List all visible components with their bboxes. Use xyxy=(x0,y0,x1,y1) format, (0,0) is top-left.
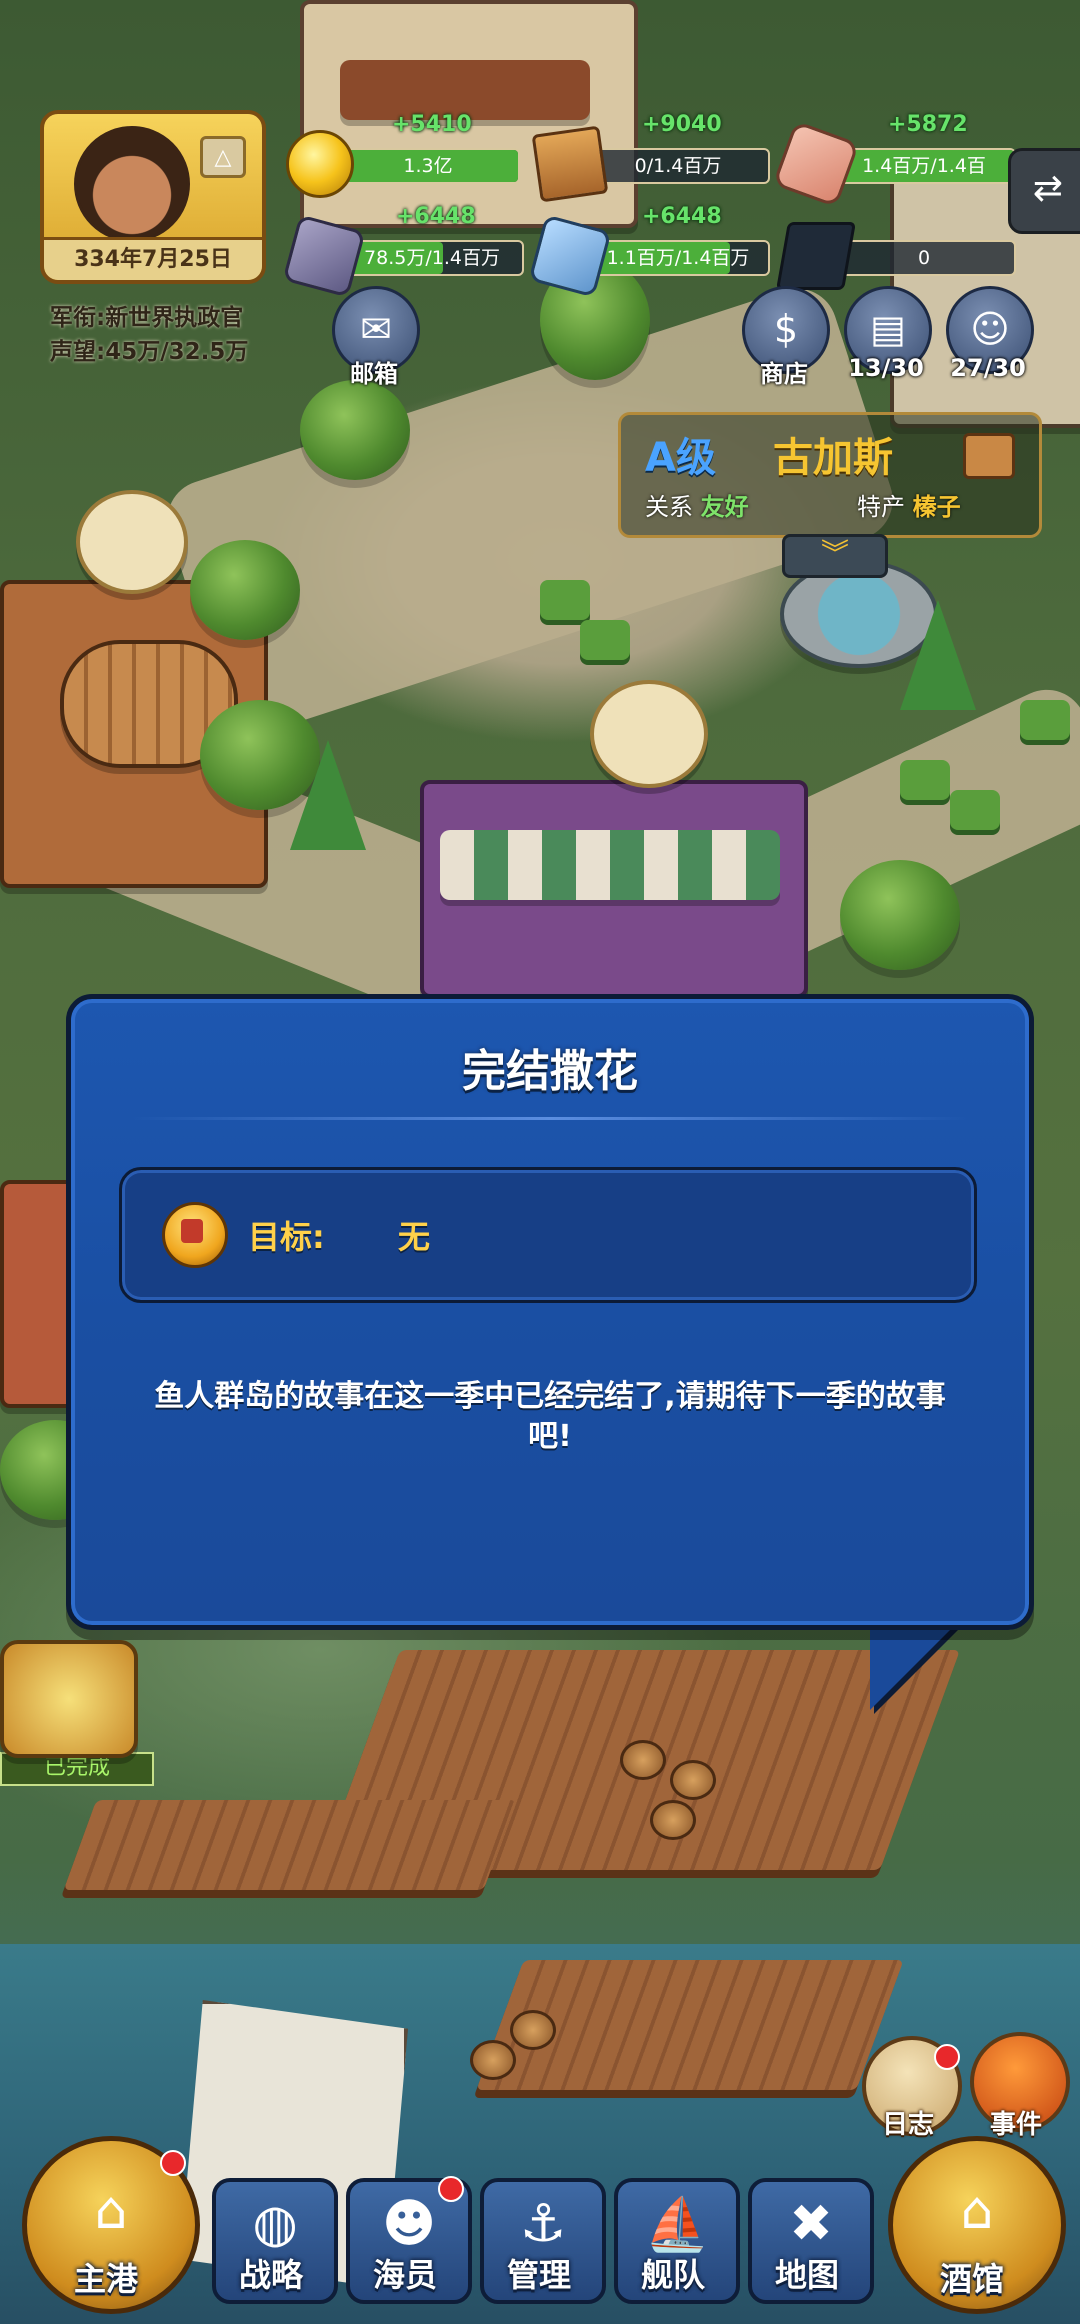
divider xyxy=(131,1117,969,1120)
tree xyxy=(300,380,410,480)
swap-arrows-icon[interactable]: ⇄ xyxy=(1008,148,1080,234)
nav-manage-label: 管理 xyxy=(506,2256,571,2294)
chevron-down-icon[interactable]: ︾ xyxy=(782,534,888,578)
dialog-message: 鱼人群岛的故事在这一季中已经完结了,请期待下一季的故事吧! xyxy=(154,1379,946,1454)
barrel xyxy=(620,1740,666,1780)
nav-strategy-label: 战略 xyxy=(238,2256,303,2294)
nav-crew-label: 海员 xyxy=(372,2256,437,2294)
region-info-card[interactable]: A级 古加斯 关系 友好 特产 榛子 xyxy=(618,412,1042,538)
pine-tree xyxy=(290,740,366,850)
goal-label: 目标: xyxy=(248,1218,325,1256)
tree xyxy=(840,860,960,970)
envelope-icon: ✉ xyxy=(360,307,392,351)
region-product: 特产 榛子 xyxy=(857,493,961,521)
map-icon: ✖ xyxy=(789,2194,833,2254)
wood-icon xyxy=(531,125,609,203)
nav-tavern-label: 酒馆 xyxy=(939,2260,1004,2298)
sailor-icon: ☻ xyxy=(381,2194,437,2254)
resource-bar: 1.1百万/1.4百万 xyxy=(586,240,770,276)
resource-gain: +5872 xyxy=(888,112,968,137)
player-fame: 声望:45万/32.5万 xyxy=(50,339,249,365)
barrel xyxy=(670,1760,716,1800)
hedge xyxy=(900,760,950,800)
dialog-title: 完结撒花 xyxy=(462,1046,638,1097)
resource-gain: +6448 xyxy=(396,204,476,229)
region-grade: A级 xyxy=(645,435,716,481)
money-bag-icon: $ xyxy=(773,307,799,351)
hedge xyxy=(950,790,1000,830)
avatar[interactable] xyxy=(74,126,190,242)
barrel xyxy=(650,1800,696,1840)
story-complete-dialog[interactable]: 完结撒花 目标: 无 鱼人群岛的故事在这一季中已经完结了,请期待下一季的故事吧! xyxy=(66,994,1034,1630)
goal-value: 无 xyxy=(398,1218,431,1256)
anchor-icon: ⚓ xyxy=(519,2194,567,2254)
shop-bubble-icon[interactable] xyxy=(76,490,188,594)
game-date: 334年7月25日 xyxy=(44,237,262,280)
hedge xyxy=(580,620,630,660)
notification-dot xyxy=(438,2176,464,2202)
resource-bar: 0 xyxy=(832,240,1016,276)
pine-tree xyxy=(900,600,976,710)
crew-count: 27/30 xyxy=(950,354,1026,382)
notification-dot xyxy=(934,2044,960,2070)
dock xyxy=(63,1800,517,1890)
medal-icon xyxy=(162,1202,228,1268)
resource-bar: 0/1.4百万 xyxy=(586,148,770,184)
rank-triangle-icon[interactable]: △ xyxy=(200,136,246,178)
scales-bubble-icon[interactable] xyxy=(590,680,708,788)
ship-icon: ⛵ xyxy=(644,2195,710,2255)
mail-label: 邮箱 xyxy=(350,360,398,388)
nav-home-label: 主港 xyxy=(73,2260,138,2298)
barrel xyxy=(510,2010,556,2050)
resource-gain: +5410 xyxy=(392,112,472,137)
resource-bar: 78.5万/1.4百万 xyxy=(340,240,524,276)
resource-bar: 1.4百万/1.4百 xyxy=(832,148,1016,184)
market-awning xyxy=(440,830,780,900)
dialog-pointer xyxy=(870,1620,960,1710)
tree xyxy=(190,540,300,640)
resource-gain: +9040 xyxy=(642,112,722,137)
nav-map-label: 地图 xyxy=(774,2256,839,2294)
region-relation: 关系 友好 xyxy=(645,493,749,521)
resource-gain: +6448 xyxy=(642,204,722,229)
sailor-icon: ☺ xyxy=(970,307,1010,351)
region-name: 古加斯 xyxy=(773,435,893,481)
log-label: 日志 xyxy=(881,2110,934,2140)
goal-box: 目标: 无 xyxy=(119,1167,977,1303)
player-avatar-panel[interactable]: △ 334年7月25日 xyxy=(40,110,266,284)
hedge xyxy=(540,580,590,620)
crate-icon xyxy=(963,433,1015,479)
barrel xyxy=(470,2040,516,2080)
treasure-chest-icon[interactable] xyxy=(0,1640,138,1758)
port-castle-icon: ⌂ xyxy=(94,2181,128,2241)
book-icon: ▤ xyxy=(870,307,906,351)
townhall-roof xyxy=(340,60,590,120)
tavern-icon: ⌂ xyxy=(960,2181,994,2241)
coin-icon xyxy=(286,130,354,198)
hedge xyxy=(1020,700,1070,740)
notification-dot xyxy=(160,2150,186,2176)
nav-fleet-label: 舰队 xyxy=(640,2256,705,2294)
graduation-cap-icon xyxy=(776,222,856,290)
resource-bar: 1.3亿 xyxy=(336,148,520,184)
player-rank: 军衔:新世界执政官 xyxy=(50,305,244,331)
globe-icon: ◍ xyxy=(252,2194,298,2254)
